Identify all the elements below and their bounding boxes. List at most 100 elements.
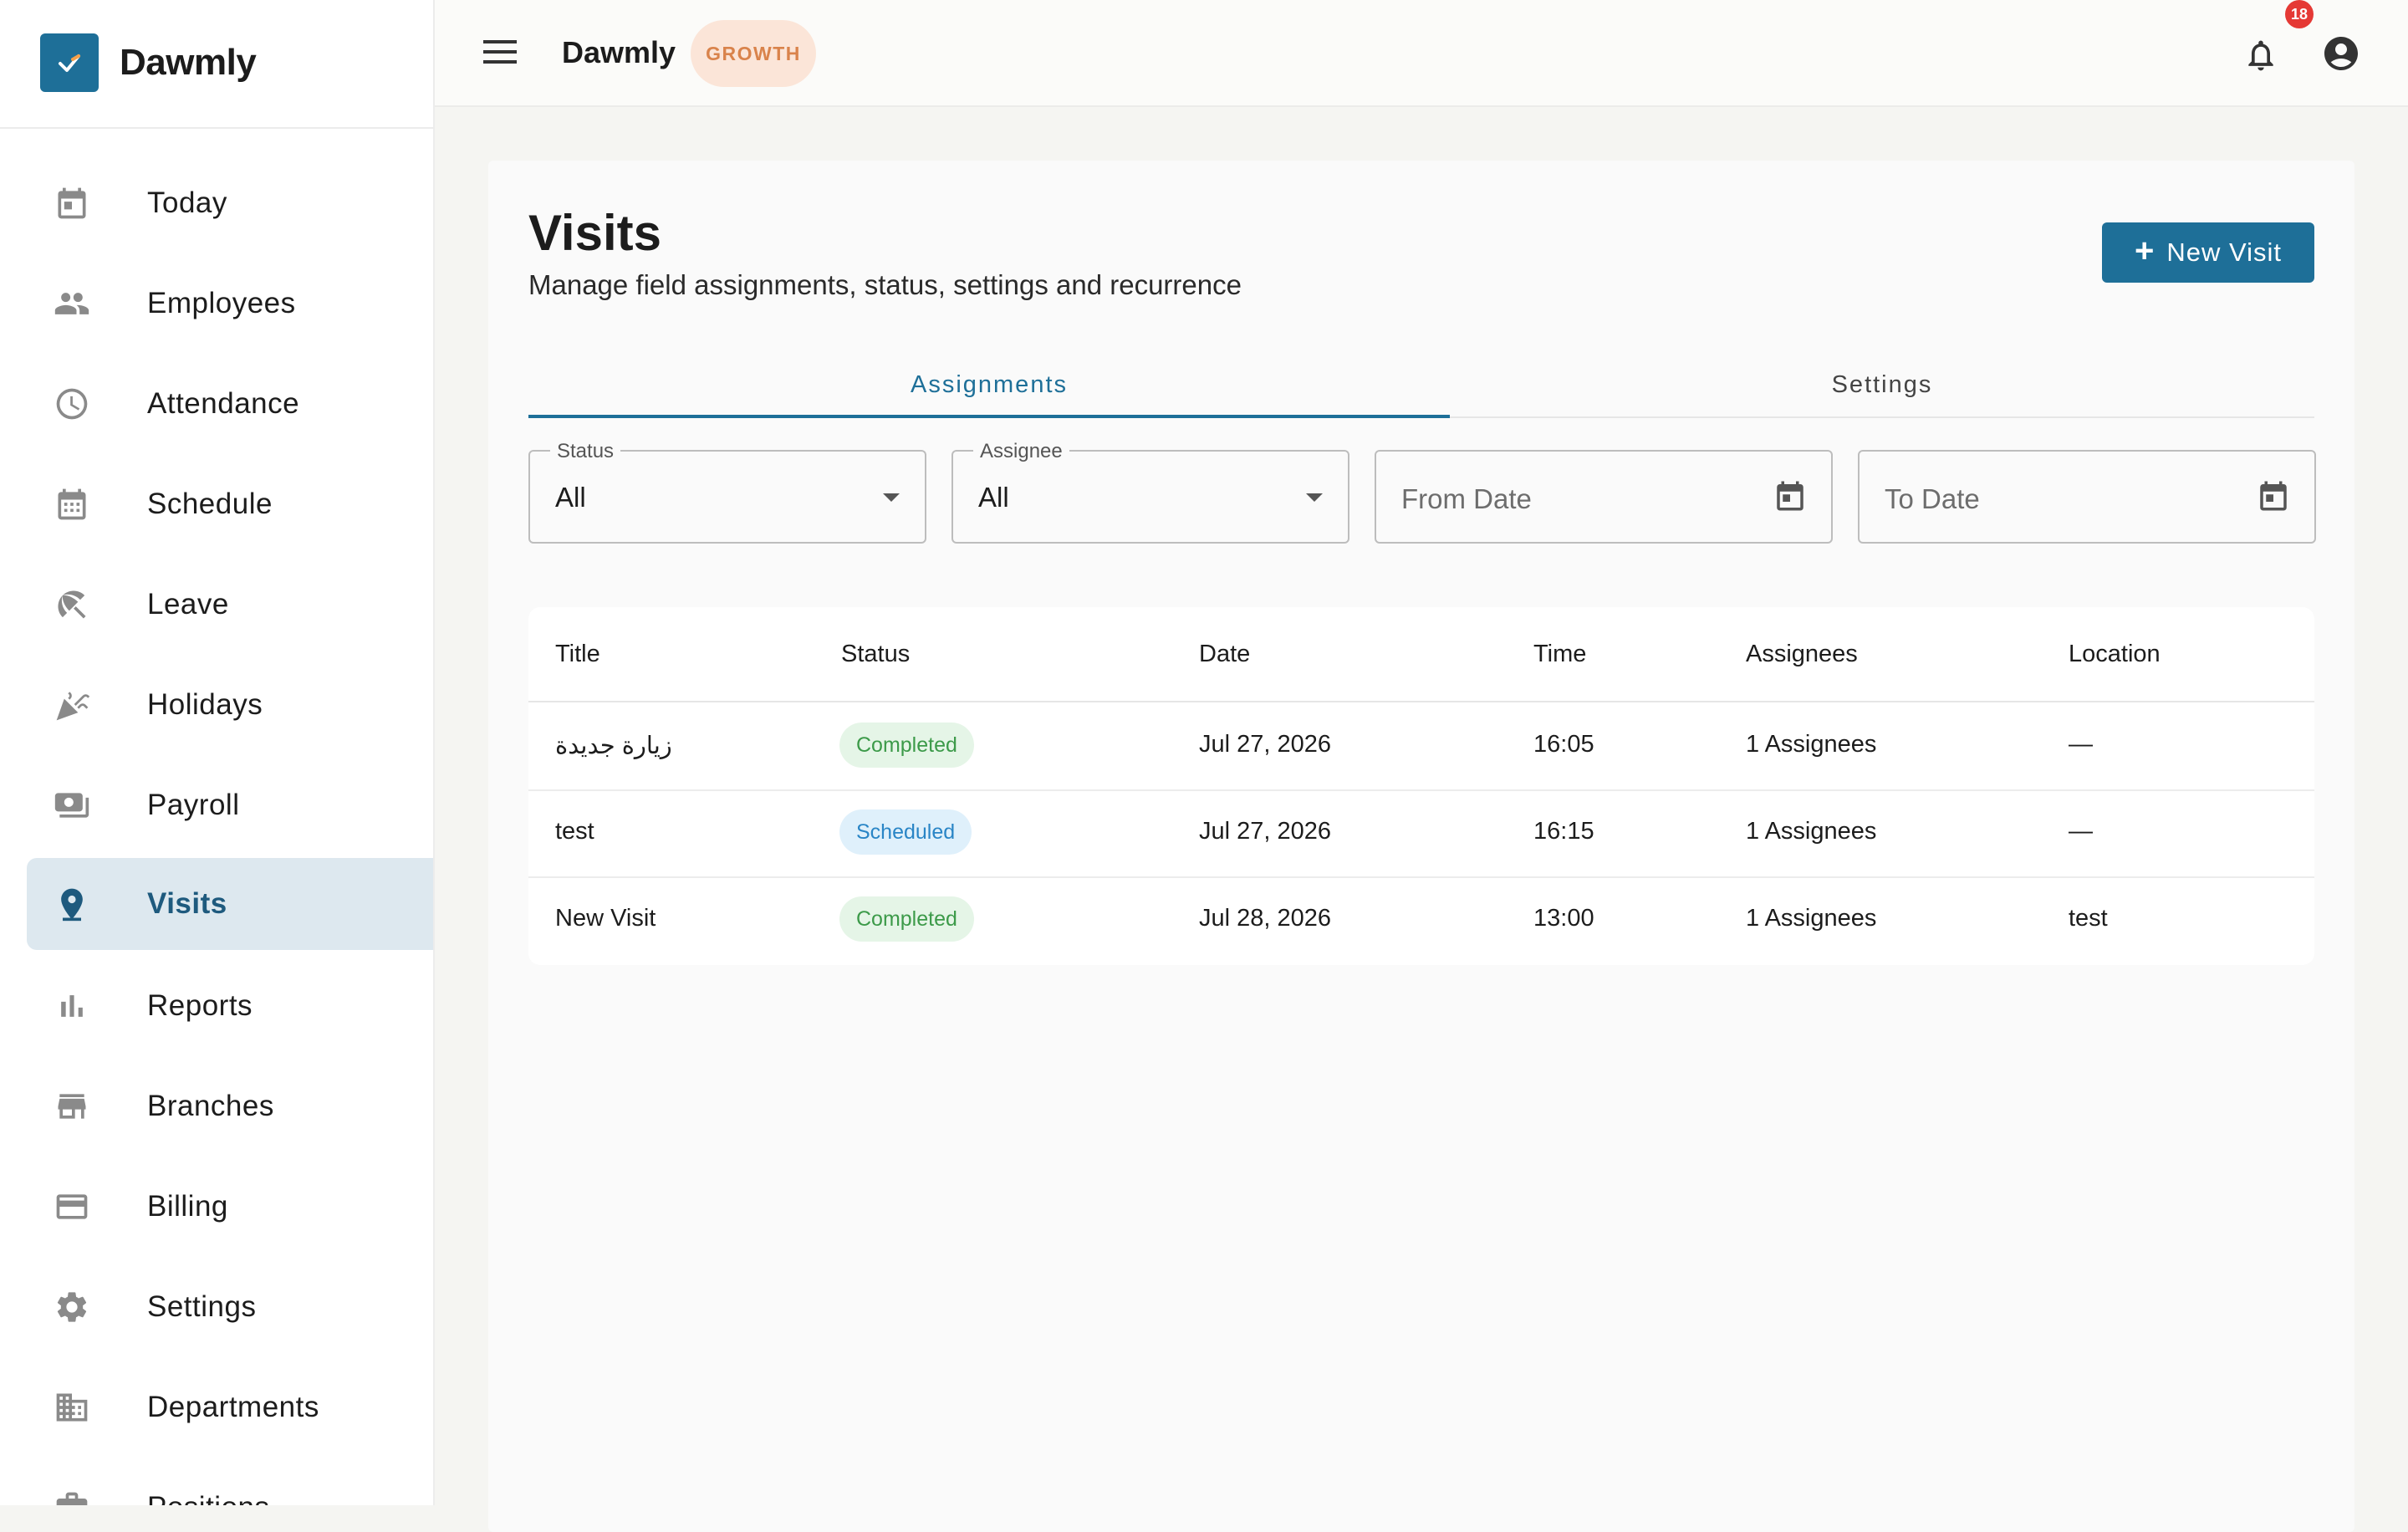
- from-date-placeholder: From Date: [1401, 483, 1532, 514]
- table-header: Title Status Date Time Assignees Locatio…: [528, 607, 2314, 702]
- sidebar-item-label: Branches: [147, 1090, 274, 1122]
- sidebar-item-payroll[interactable]: Payroll: [27, 759, 433, 851]
- sidebar-item-leave[interactable]: Leave: [27, 559, 433, 651]
- sidebar-item-reports[interactable]: Reports: [27, 960, 433, 1052]
- cell-location: —: [2069, 731, 2093, 758]
- gear-icon: [57, 1292, 87, 1322]
- cell-time: 13:00: [1533, 905, 1594, 932]
- tab-assignments[interactable]: Assignments: [528, 355, 1450, 415]
- visits-table: Title Status Date Time Assignees Locatio…: [528, 607, 2314, 965]
- sidebar-item-label: Employees: [147, 287, 296, 319]
- column-header-location[interactable]: Location: [2069, 641, 2161, 668]
- status-select[interactable]: Status All: [528, 440, 926, 544]
- account-circle-icon[interactable]: [2321, 33, 2361, 74]
- building-icon: [56, 1393, 88, 1422]
- sidebar-item-label: Reports: [147, 989, 253, 1022]
- sidebar-item-visits[interactable]: Visits: [27, 858, 433, 950]
- cell-title: test: [555, 818, 594, 845]
- column-header-time[interactable]: Time: [1533, 641, 1586, 668]
- sidebar-item-employees[interactable]: Employees: [27, 258, 433, 350]
- clock-icon: [56, 388, 88, 420]
- sidebar-item-label: Departments: [147, 1391, 319, 1423]
- cell-location: test: [2069, 905, 2108, 932]
- table-row[interactable]: New Visit Completed Jul 28, 2026 13:00 1…: [528, 876, 2314, 963]
- cell-time: 16:15: [1533, 818, 1594, 845]
- location-pin-icon: [61, 888, 83, 922]
- cell-title: New Visit: [555, 905, 656, 932]
- app-logo-icon: [40, 33, 99, 92]
- new-visit-button[interactable]: + New Visit: [2102, 222, 2314, 283]
- assignee-select-value: All: [978, 482, 1009, 513]
- page-title: Visits: [528, 205, 661, 261]
- sidebar-item-branches[interactable]: Branches: [27, 1060, 433, 1152]
- cell-assignees: 1 Assignees: [1746, 905, 1877, 932]
- store-icon: [58, 1094, 86, 1119]
- sidebar: Dawmly Today Employees Attendance Schedu…: [0, 0, 435, 1505]
- sidebar-item-label: Positions: [147, 1491, 270, 1505]
- assignee-select[interactable]: Assignee All: [951, 440, 1349, 544]
- sidebar-item-label: Payroll: [147, 789, 240, 821]
- credit-card-icon: [56, 1194, 88, 1219]
- beach-umbrella-icon: [58, 590, 86, 619]
- money-icon: [54, 793, 89, 818]
- sidebar-item-positions[interactable]: Positions: [27, 1462, 433, 1505]
- page-subtitle: Manage field assignments, status, settin…: [528, 269, 1242, 300]
- tab-settings[interactable]: Settings: [1450, 355, 2314, 415]
- calendar-icon[interactable]: [1773, 477, 1808, 515]
- hamburger-menu-icon[interactable]: [483, 37, 517, 67]
- brand: Dawmly: [0, 0, 433, 129]
- new-visit-label: New Visit: [2166, 237, 2282, 267]
- top-app-title: Dawmly: [562, 35, 676, 69]
- sidebar-item-holidays[interactable]: Holidays: [27, 659, 433, 751]
- table-row[interactable]: test Scheduled Jul 27, 2026 16:15 1 Assi…: [528, 789, 2314, 878]
- bar-chart-icon: [61, 995, 83, 1017]
- sidebar-item-label: Billing: [147, 1190, 228, 1223]
- cell-date: Jul 27, 2026: [1199, 731, 1332, 758]
- column-header-date[interactable]: Date: [1199, 641, 1250, 668]
- calendar-grid-icon: [58, 488, 86, 520]
- sidebar-item-billing[interactable]: Billing: [27, 1161, 433, 1253]
- cell-title: زيارة جديدة: [555, 733, 672, 759]
- cell-assignees: 1 Assignees: [1746, 731, 1877, 758]
- plan-badge: GROWTH: [691, 20, 816, 87]
- sidebar-item-label: Leave: [147, 588, 229, 620]
- calendar-icon[interactable]: [2256, 477, 2291, 515]
- cell-time: 16:05: [1533, 731, 1594, 758]
- sidebar-item-label: Schedule: [147, 488, 273, 520]
- dropdown-arrow-icon: [1306, 493, 1323, 502]
- sidebar-item-label: Today: [147, 186, 227, 219]
- active-tab-indicator: [528, 415, 1450, 418]
- sidebar-item-settings[interactable]: Settings: [27, 1261, 433, 1353]
- to-date-input[interactable]: To Date: [1858, 450, 2316, 544]
- sidebar-item-today[interactable]: Today: [27, 157, 433, 249]
- notification-count-badge: 18: [2285, 0, 2314, 28]
- tab-bar: Assignments Settings: [528, 355, 2314, 418]
- table-row[interactable]: زيارة جديدة Completed Jul 27, 2026 16:05…: [528, 702, 2314, 791]
- sidebar-item-label: Visits: [147, 887, 227, 920]
- main-panel: Visits Manage field assignments, status,…: [488, 161, 2354, 1532]
- status-select-value: All: [555, 482, 586, 513]
- sidebar-item-attendance[interactable]: Attendance: [27, 358, 433, 450]
- bell-icon[interactable]: [2242, 35, 2279, 75]
- calendar-today-icon: [58, 187, 86, 219]
- status-badge: Completed: [839, 723, 974, 768]
- column-header-status[interactable]: Status: [841, 641, 910, 668]
- sidebar-item-label: Settings: [147, 1290, 257, 1323]
- status-badge: Scheduled: [839, 809, 972, 855]
- status-select-label: Status: [550, 440, 621, 463]
- cell-assignees: 1 Assignees: [1746, 818, 1877, 845]
- sidebar-item-label: Holidays: [147, 688, 263, 721]
- assignee-select-label: Assignee: [973, 440, 1069, 463]
- column-header-title[interactable]: Title: [555, 641, 600, 668]
- sidebar-item-departments[interactable]: Departments: [27, 1361, 433, 1453]
- people-icon: [54, 293, 89, 314]
- celebration-icon: [56, 692, 90, 721]
- column-header-assignees[interactable]: Assignees: [1746, 641, 1858, 668]
- plus-icon: +: [2135, 232, 2155, 269]
- app-name: Dawmly: [120, 42, 257, 83]
- from-date-input[interactable]: From Date: [1375, 450, 1833, 544]
- cell-date: Jul 27, 2026: [1199, 818, 1332, 845]
- top-bar: Dawmly GROWTH 18: [435, 0, 2408, 107]
- sidebar-item-schedule[interactable]: Schedule: [27, 458, 433, 550]
- cell-location: —: [2069, 818, 2093, 845]
